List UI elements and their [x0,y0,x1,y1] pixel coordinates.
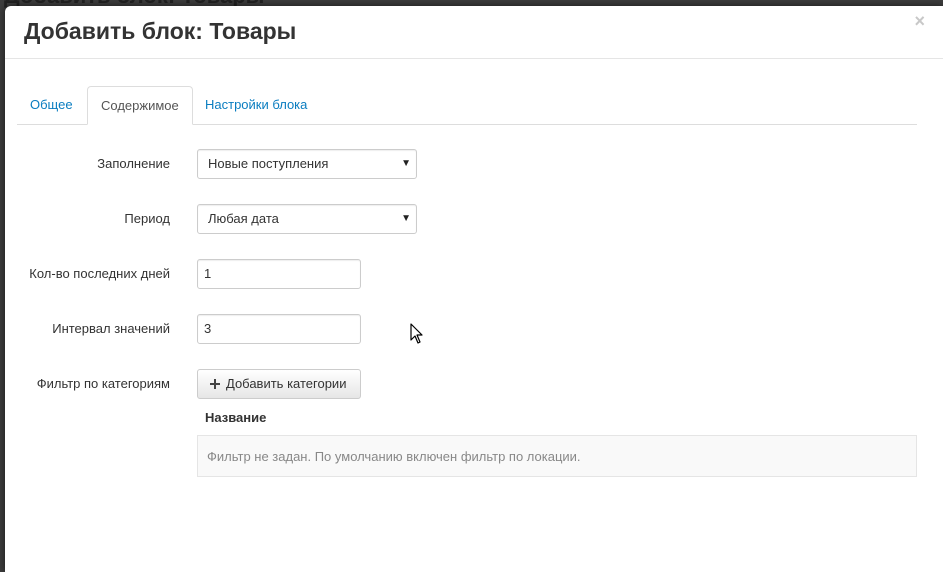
close-icon[interactable]: × [914,12,925,30]
tab-general[interactable]: Общее [17,86,86,123]
fill-label: Заполнение [97,156,170,171]
tab-block-settings[interactable]: Настройки блока [192,86,320,123]
category-table-empty-message: Фильтр не задан. По умолчанию включен фи… [197,435,917,477]
fill-select-value: Новые поступления [208,156,329,171]
period-select[interactable]: Любая дата ▼ [197,204,417,234]
modal-title: Добавить блок: Товары [24,18,297,44]
category-table: Название Фильтр не задан. По умолчанию в… [197,401,917,477]
caret-down-icon: ▼ [401,213,411,224]
interval-label: Интервал значений [52,321,170,336]
interval-input[interactable]: 3 [197,314,361,344]
modal-header: Добавить блок: Товары × [5,6,943,59]
plus-icon [210,379,220,389]
caret-down-icon: ▼ [401,158,411,169]
add-block-modal: Добавить блок: Товары × Общее Содержимое… [5,6,943,572]
period-select-value: Любая дата [208,211,279,226]
fill-select[interactable]: Новые поступления ▼ [197,149,417,179]
add-categories-button[interactable]: Добавить категории [197,369,361,399]
category-filter-label: Фильтр по категориям [36,376,170,391]
tab-content[interactable]: Содержимое [87,86,193,125]
tab-bar: Общее Содержимое Настройки блока [17,86,917,125]
category-table-header: Название [205,410,267,425]
days-label: Кол-во последних дней [29,266,170,281]
period-label: Период [124,211,170,226]
days-input[interactable]: 1 [197,259,361,289]
add-categories-label: Добавить категории [226,376,347,391]
mouse-cursor-icon [410,323,423,344]
